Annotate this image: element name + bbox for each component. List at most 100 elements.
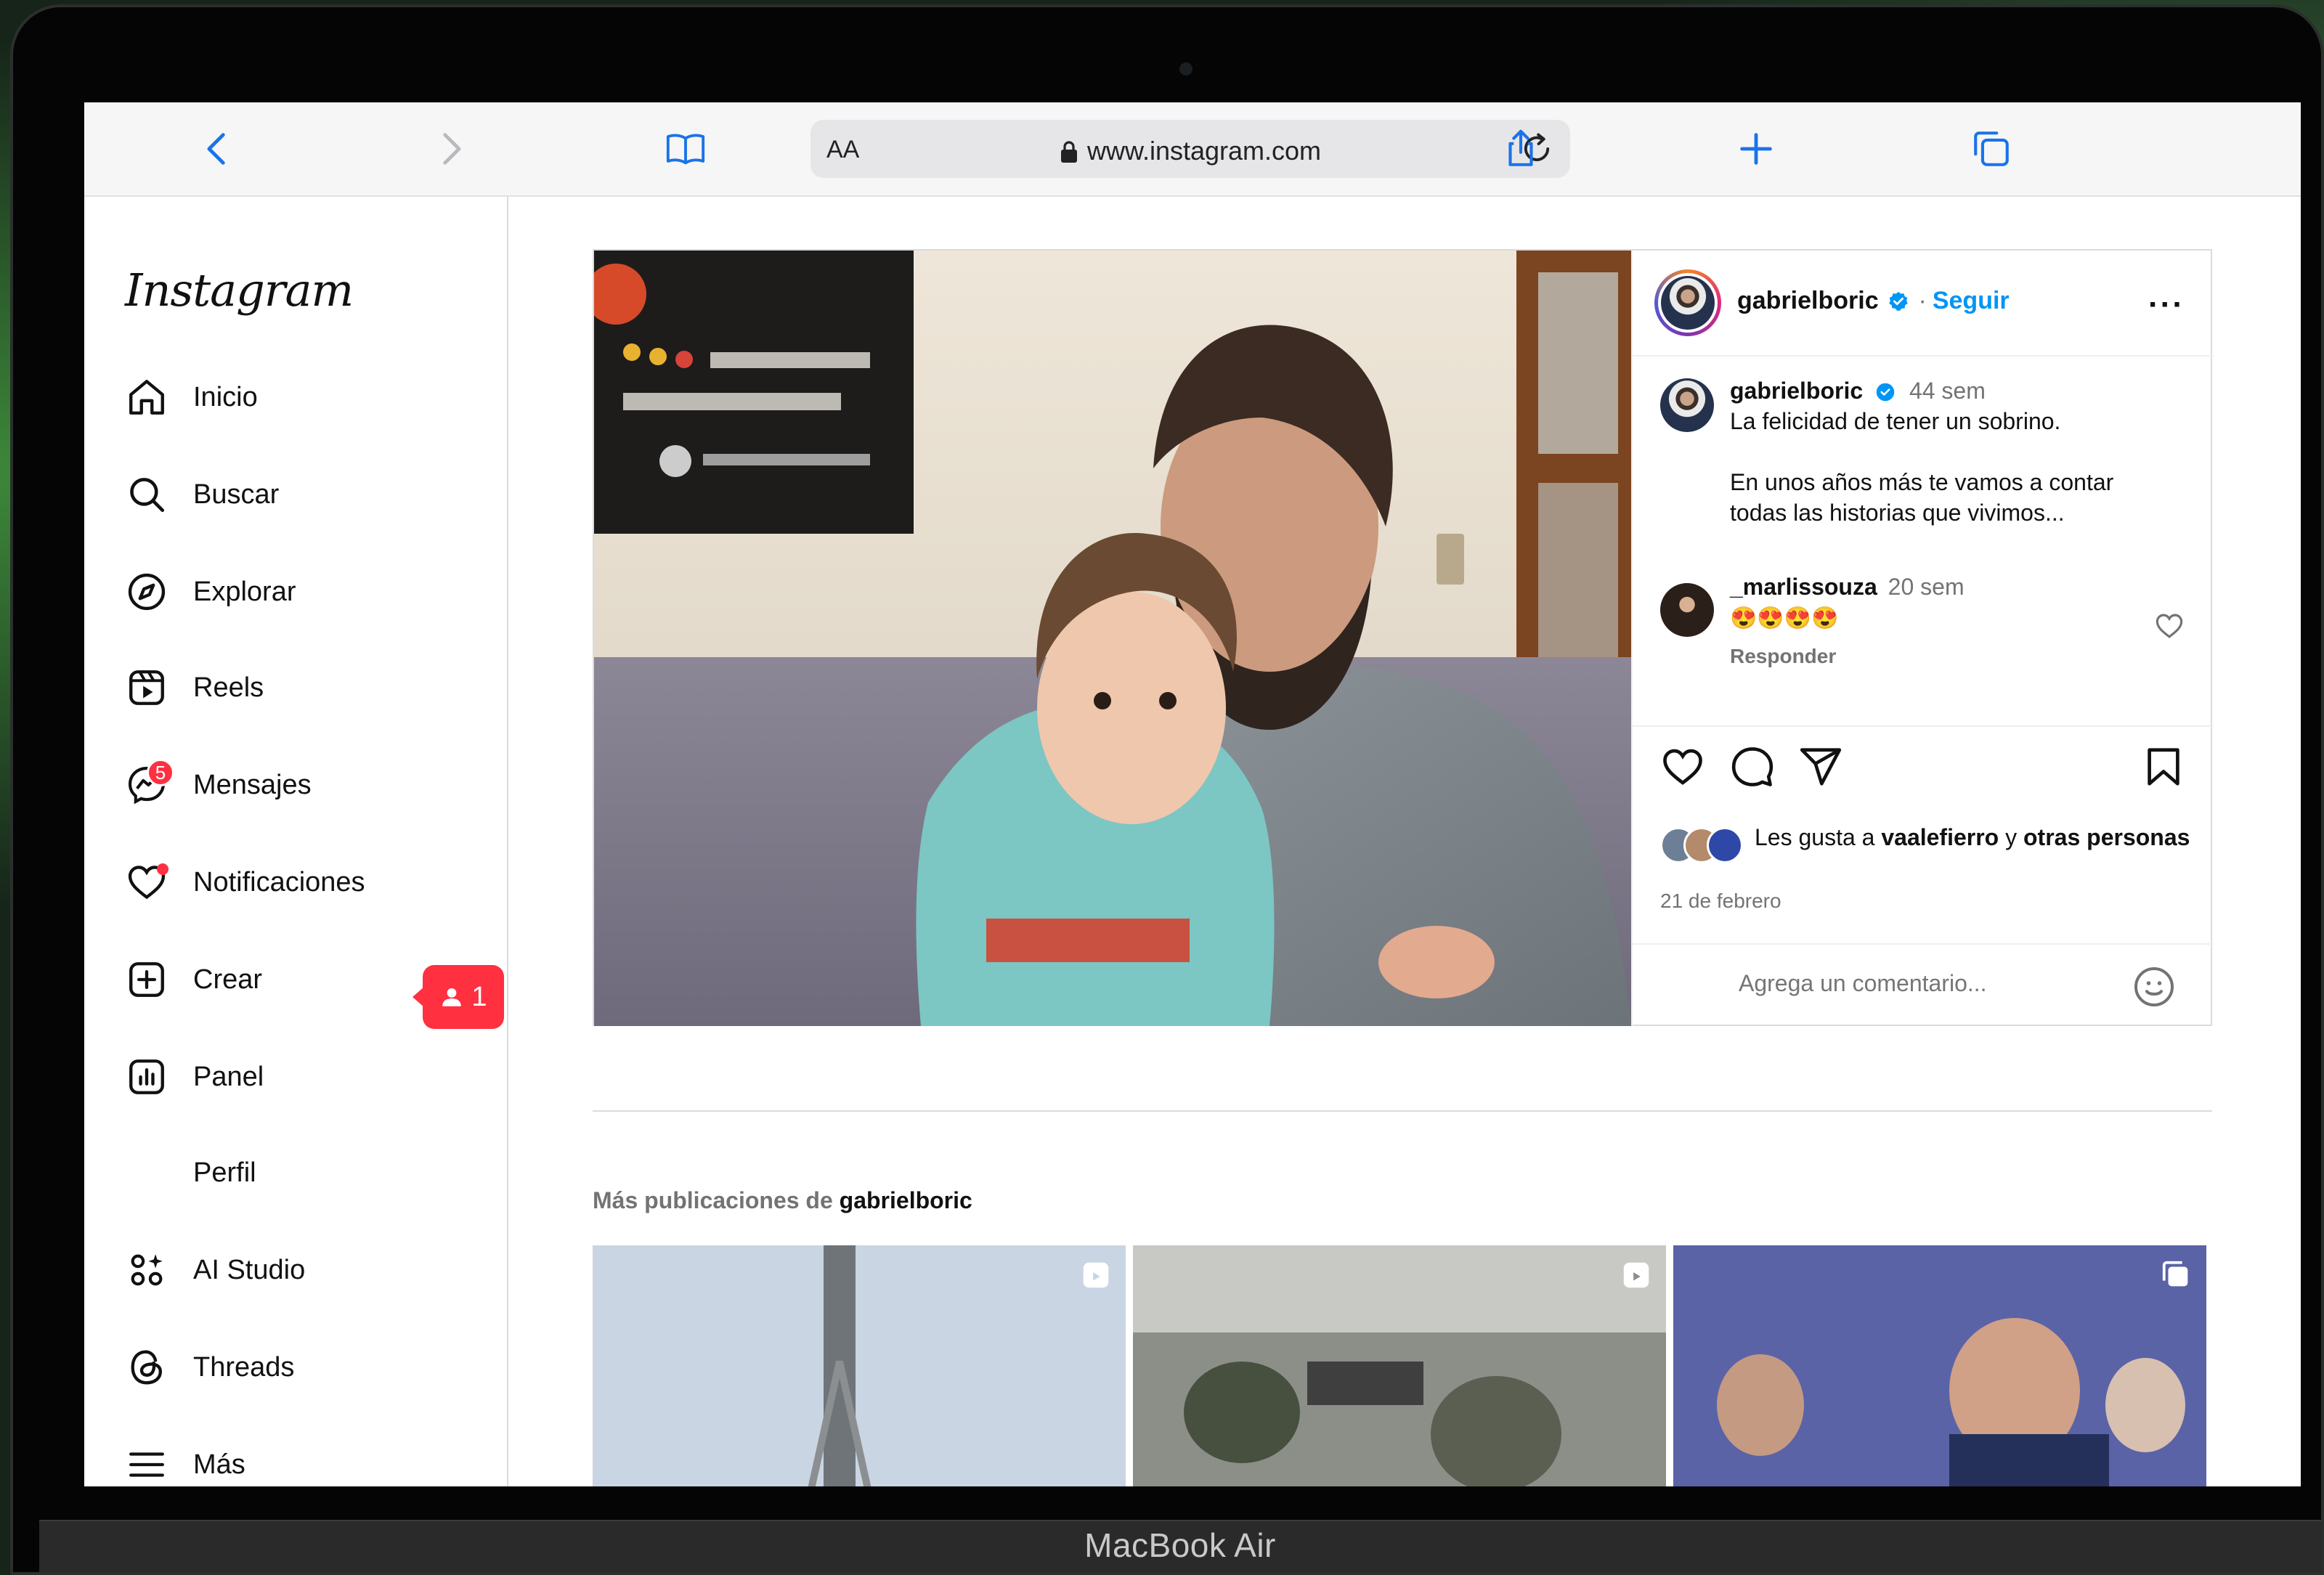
nav-item-explorar[interactable]: Explorar: [125, 563, 488, 621]
likes-summary[interactable]: Les gusta a vaalefierro y otras personas: [1755, 821, 2190, 853]
verified-icon: [1876, 383, 1895, 402]
nav-label-threads: Threads: [193, 1351, 295, 1383]
likes-user[interactable]: vaalefierro: [1881, 824, 1999, 850]
caption: gabrielboric 44 sem La felicidad de tene…: [1730, 375, 2195, 528]
caption-line-2: En unos años más te vamos a contar: [1730, 469, 2114, 495]
nav-label-panel: Panel: [193, 1061, 264, 1092]
follow-button[interactable]: Seguir: [1933, 287, 2010, 314]
create-icon: [125, 958, 168, 1001]
post-photo-illustration: [594, 251, 1631, 1026]
like-icon[interactable]: [1660, 744, 1705, 789]
nav-label-ai-studio: AI Studio: [193, 1254, 306, 1285]
menu-icon: [125, 1443, 168, 1486]
comment-icon[interactable]: [1730, 744, 1775, 789]
caption-line-1: La felicidad de tener un sobrino.: [1730, 408, 2061, 434]
nav-item-reels[interactable]: Reels: [125, 659, 488, 717]
profile-icon: [125, 1151, 168, 1195]
messages-badge: 5: [147, 759, 174, 786]
lock-icon: [1060, 139, 1078, 169]
share-icon[interactable]: [1498, 126, 1544, 172]
messenger-icon: 5: [125, 759, 174, 807]
nav-item-panel[interactable]: Panel: [125, 1048, 488, 1106]
nav-label-perfil: Perfil: [193, 1157, 256, 1188]
forward-icon[interactable]: [427, 126, 474, 172]
url-text: www.instagram.com: [1086, 136, 1322, 166]
nav-label-buscar: Buscar: [193, 479, 280, 510]
nav-label-reels: Reels: [193, 672, 264, 703]
caption-username[interactable]: gabrielboric: [1730, 378, 1863, 404]
save-icon[interactable]: [2141, 744, 2186, 789]
nav-item-mas[interactable]: Más: [125, 1436, 488, 1486]
back-icon[interactable]: [195, 126, 241, 172]
new-tab-icon[interactable]: [1733, 126, 1779, 172]
more-post-thumbnail[interactable]: [593, 1245, 1126, 1486]
more-post-thumbnail[interactable]: [1673, 1245, 2206, 1486]
nav-item-buscar[interactable]: Buscar: [125, 465, 488, 524]
more-posts-username[interactable]: gabrielboric: [840, 1187, 972, 1213]
post-date[interactable]: 21 de febrero: [1660, 890, 1781, 913]
reply-link[interactable]: Responder: [1730, 645, 1836, 667]
nav-item-mensajes[interactable]: 5 Mensajes: [125, 756, 488, 814]
nav-label-crear: Crear: [193, 964, 263, 995]
tabs-overview-icon[interactable]: [1968, 126, 2015, 172]
author-avatar[interactable]: [1654, 269, 1721, 336]
caption-line-3: todas las historias que vivimos...: [1730, 500, 2065, 526]
more-posts-heading: Más publicaciones de gabrielboric: [593, 1187, 972, 1214]
nav-item-ai-studio[interactable]: AI Studio: [125, 1241, 488, 1299]
likes-prefix: Les gusta a: [1755, 824, 1875, 850]
likes-others[interactable]: otras personas: [2023, 824, 2190, 850]
nav-item-notificaciones[interactable]: Notificaciones: [125, 853, 488, 911]
nav-item-threads[interactable]: Threads: [125, 1338, 488, 1396]
post-actions: Les gusta a vaalefierro y otras personas…: [1633, 725, 2214, 1026]
search-icon: [125, 473, 168, 516]
nav-label-mas: Más: [193, 1449, 245, 1480]
likes-mid: y: [2005, 824, 2018, 850]
more-post-thumbnail[interactable]: [1133, 1245, 1666, 1486]
post-card: gabrielboric · Seguir ··· gabrielboric 44…: [593, 249, 2214, 1026]
browser-screen: AA www.instagram.com Instagram Inicio Bu…: [84, 102, 2301, 1486]
post-photo[interactable]: [594, 251, 1631, 1026]
camera: [1179, 62, 1193, 76]
nav-label-notificaciones: Notificaciones: [193, 866, 365, 898]
nav-label-explorar: Explorar: [193, 576, 296, 607]
comments-list[interactable]: gabrielboric 44 sem La felicidad de tene…: [1633, 357, 2214, 727]
nav-item-perfil[interactable]: Perfil: [125, 1144, 488, 1202]
device-label: MacBook Air: [1084, 1526, 1276, 1564]
heart-icon: [125, 860, 168, 904]
share-post-icon[interactable]: [1798, 744, 1843, 789]
commenter-avatar[interactable]: [1660, 583, 1714, 637]
url-display[interactable]: www.instagram.com: [810, 136, 1570, 169]
laptop-frame: AA www.instagram.com Instagram Inicio Bu…: [10, 4, 2324, 1575]
address-bar[interactable]: AA www.instagram.com: [810, 120, 1570, 178]
carousel-badge-icon: [2162, 1261, 2188, 1287]
verified-icon: [1889, 291, 1908, 311]
nav-item-inicio[interactable]: Inicio: [125, 368, 488, 426]
more-options-icon[interactable]: ···: [2148, 287, 2185, 323]
comment-input[interactable]: [1737, 969, 2089, 998]
emoji-icon[interactable]: [2132, 965, 2176, 1009]
compass-icon: [125, 570, 168, 614]
bookmarks-icon[interactable]: [662, 126, 709, 172]
reel-badge-icon: [1623, 1262, 1649, 1288]
separator-dot: ·: [1918, 287, 1927, 314]
reels-icon: [125, 666, 168, 709]
author-username[interactable]: gabrielboric: [1737, 287, 1879, 314]
instagram-sidebar: Instagram Inicio Buscar Explorar Reels 5…: [84, 197, 508, 1486]
comment-text: 😍😍😍😍: [1730, 606, 1839, 630]
nav-label-mensajes: Mensajes: [193, 769, 312, 800]
nav-label-inicio: Inicio: [193, 381, 258, 412]
browser-toolbar: AA www.instagram.com: [84, 102, 2301, 197]
post-header: gabrielboric · Seguir ···: [1633, 251, 2214, 357]
comment-like-icon[interactable]: [2154, 611, 2185, 641]
commenter-username[interactable]: _marlissouza: [1730, 574, 1877, 600]
notification-dot: [157, 863, 168, 875]
threads-icon: [125, 1346, 168, 1389]
home-icon: [125, 375, 168, 419]
caption-avatar[interactable]: [1660, 378, 1714, 432]
likers-avatars[interactable]: [1660, 827, 1747, 866]
comment-age: 20 sem: [1888, 574, 1965, 600]
dashboard-icon: [125, 1055, 168, 1099]
post-sidebar: gabrielboric · Seguir ··· gabrielboric 44…: [1631, 251, 2214, 1026]
instagram-logo[interactable]: Instagram: [125, 264, 354, 317]
nav-item-crear[interactable]: Crear: [125, 951, 488, 1009]
